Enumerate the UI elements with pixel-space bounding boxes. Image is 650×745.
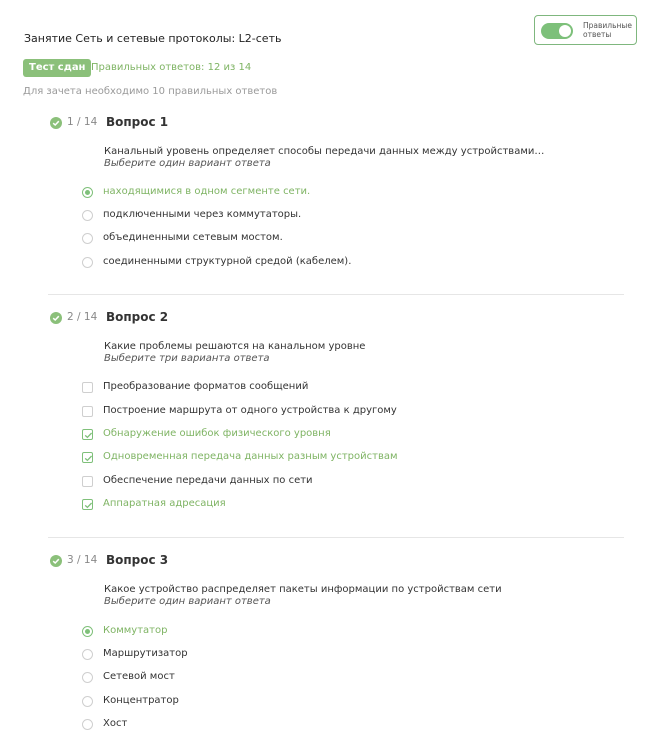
answer-label: Хост (103, 718, 128, 729)
question-text: Канальный уровень определяет способы пер… (104, 146, 545, 157)
answer-label: Коммутатор (103, 625, 168, 636)
answer-label: Одновременная передача данных разным уст… (103, 451, 398, 462)
question-number: 3 / 14 (67, 554, 98, 566)
answer-label: Преобразование форматов сообщений (103, 381, 309, 392)
radio-button[interactable] (82, 672, 93, 683)
status-badge: Тест сдан (23, 59, 92, 77)
question-hint: Выберите один вариант ответа (104, 158, 271, 169)
check-icon (84, 455, 93, 462)
answer-label: Концентратор (103, 695, 179, 706)
checkbox[interactable] (82, 406, 93, 417)
correct-check-icon (50, 117, 62, 129)
question-number: 2 / 14 (67, 311, 98, 323)
answer-label: Обеспечение передачи данных по сети (103, 475, 313, 486)
question-text: Какое устройство распределяет пакеты инф… (104, 584, 502, 595)
answer-label: объединенными сетевым мостом. (103, 232, 283, 243)
checkbox[interactable] (82, 429, 93, 440)
divider (48, 294, 624, 295)
radio-button[interactable] (82, 719, 93, 730)
answer-label: Обнаружение ошибок физического уровня (103, 428, 331, 439)
question-number: 1 / 14 (67, 116, 98, 128)
correct-check-icon (50, 312, 62, 324)
answer-label: Построение маршрута от одного устройства… (103, 405, 397, 416)
checkbox[interactable] (82, 452, 93, 463)
checkbox[interactable] (82, 499, 93, 510)
answer-label: соединенными структурной средой (кабелем… (103, 256, 352, 267)
radio-button[interactable] (82, 187, 93, 198)
score-text: Правильных ответов: 12 из 14 (91, 62, 252, 73)
toggle-label: Правильные ответы (583, 21, 632, 39)
correct-answers-toggle[interactable]: Правильные ответы (534, 15, 637, 45)
radio-button[interactable] (82, 626, 93, 637)
pass-note: Для зачета необходимо 10 правильных отве… (23, 86, 278, 97)
question-title: Вопрос 3 (106, 553, 169, 567)
check-icon (84, 432, 93, 439)
check-icon (84, 502, 93, 509)
question-text: Какие проблемы решаются на канальном уро… (104, 341, 366, 352)
question-title: Вопрос 2 (106, 310, 169, 324)
checkbox[interactable] (82, 476, 93, 487)
correct-check-icon (50, 555, 62, 567)
question-title: Вопрос 1 (106, 115, 169, 129)
answer-label: Маршрутизатор (103, 648, 188, 659)
lesson-title: Занятие Сеть и сетевые протоколы: L2-сет… (24, 32, 282, 45)
toggle-knob (559, 25, 571, 37)
answer-label: Аппаратная адресация (103, 498, 226, 509)
checkbox[interactable] (82, 382, 93, 393)
radio-button[interactable] (82, 210, 93, 221)
toggle-switch[interactable] (541, 23, 573, 39)
answer-label: находящимися в одном сегменте сети. (103, 186, 311, 197)
divider (48, 537, 624, 538)
radio-button[interactable] (82, 233, 93, 244)
answer-label: подключенными через коммутаторы. (103, 209, 302, 220)
answer-label: Сетевой мост (103, 671, 175, 682)
question-hint: Выберите один вариант ответа (104, 596, 271, 607)
radio-button[interactable] (82, 257, 93, 268)
test-results-page: Занятие Сеть и сетевые протоколы: L2-сет… (0, 0, 650, 745)
radio-button[interactable] (82, 649, 93, 660)
radio-button[interactable] (82, 696, 93, 707)
question-hint: Выберите три варианта ответа (104, 353, 270, 364)
